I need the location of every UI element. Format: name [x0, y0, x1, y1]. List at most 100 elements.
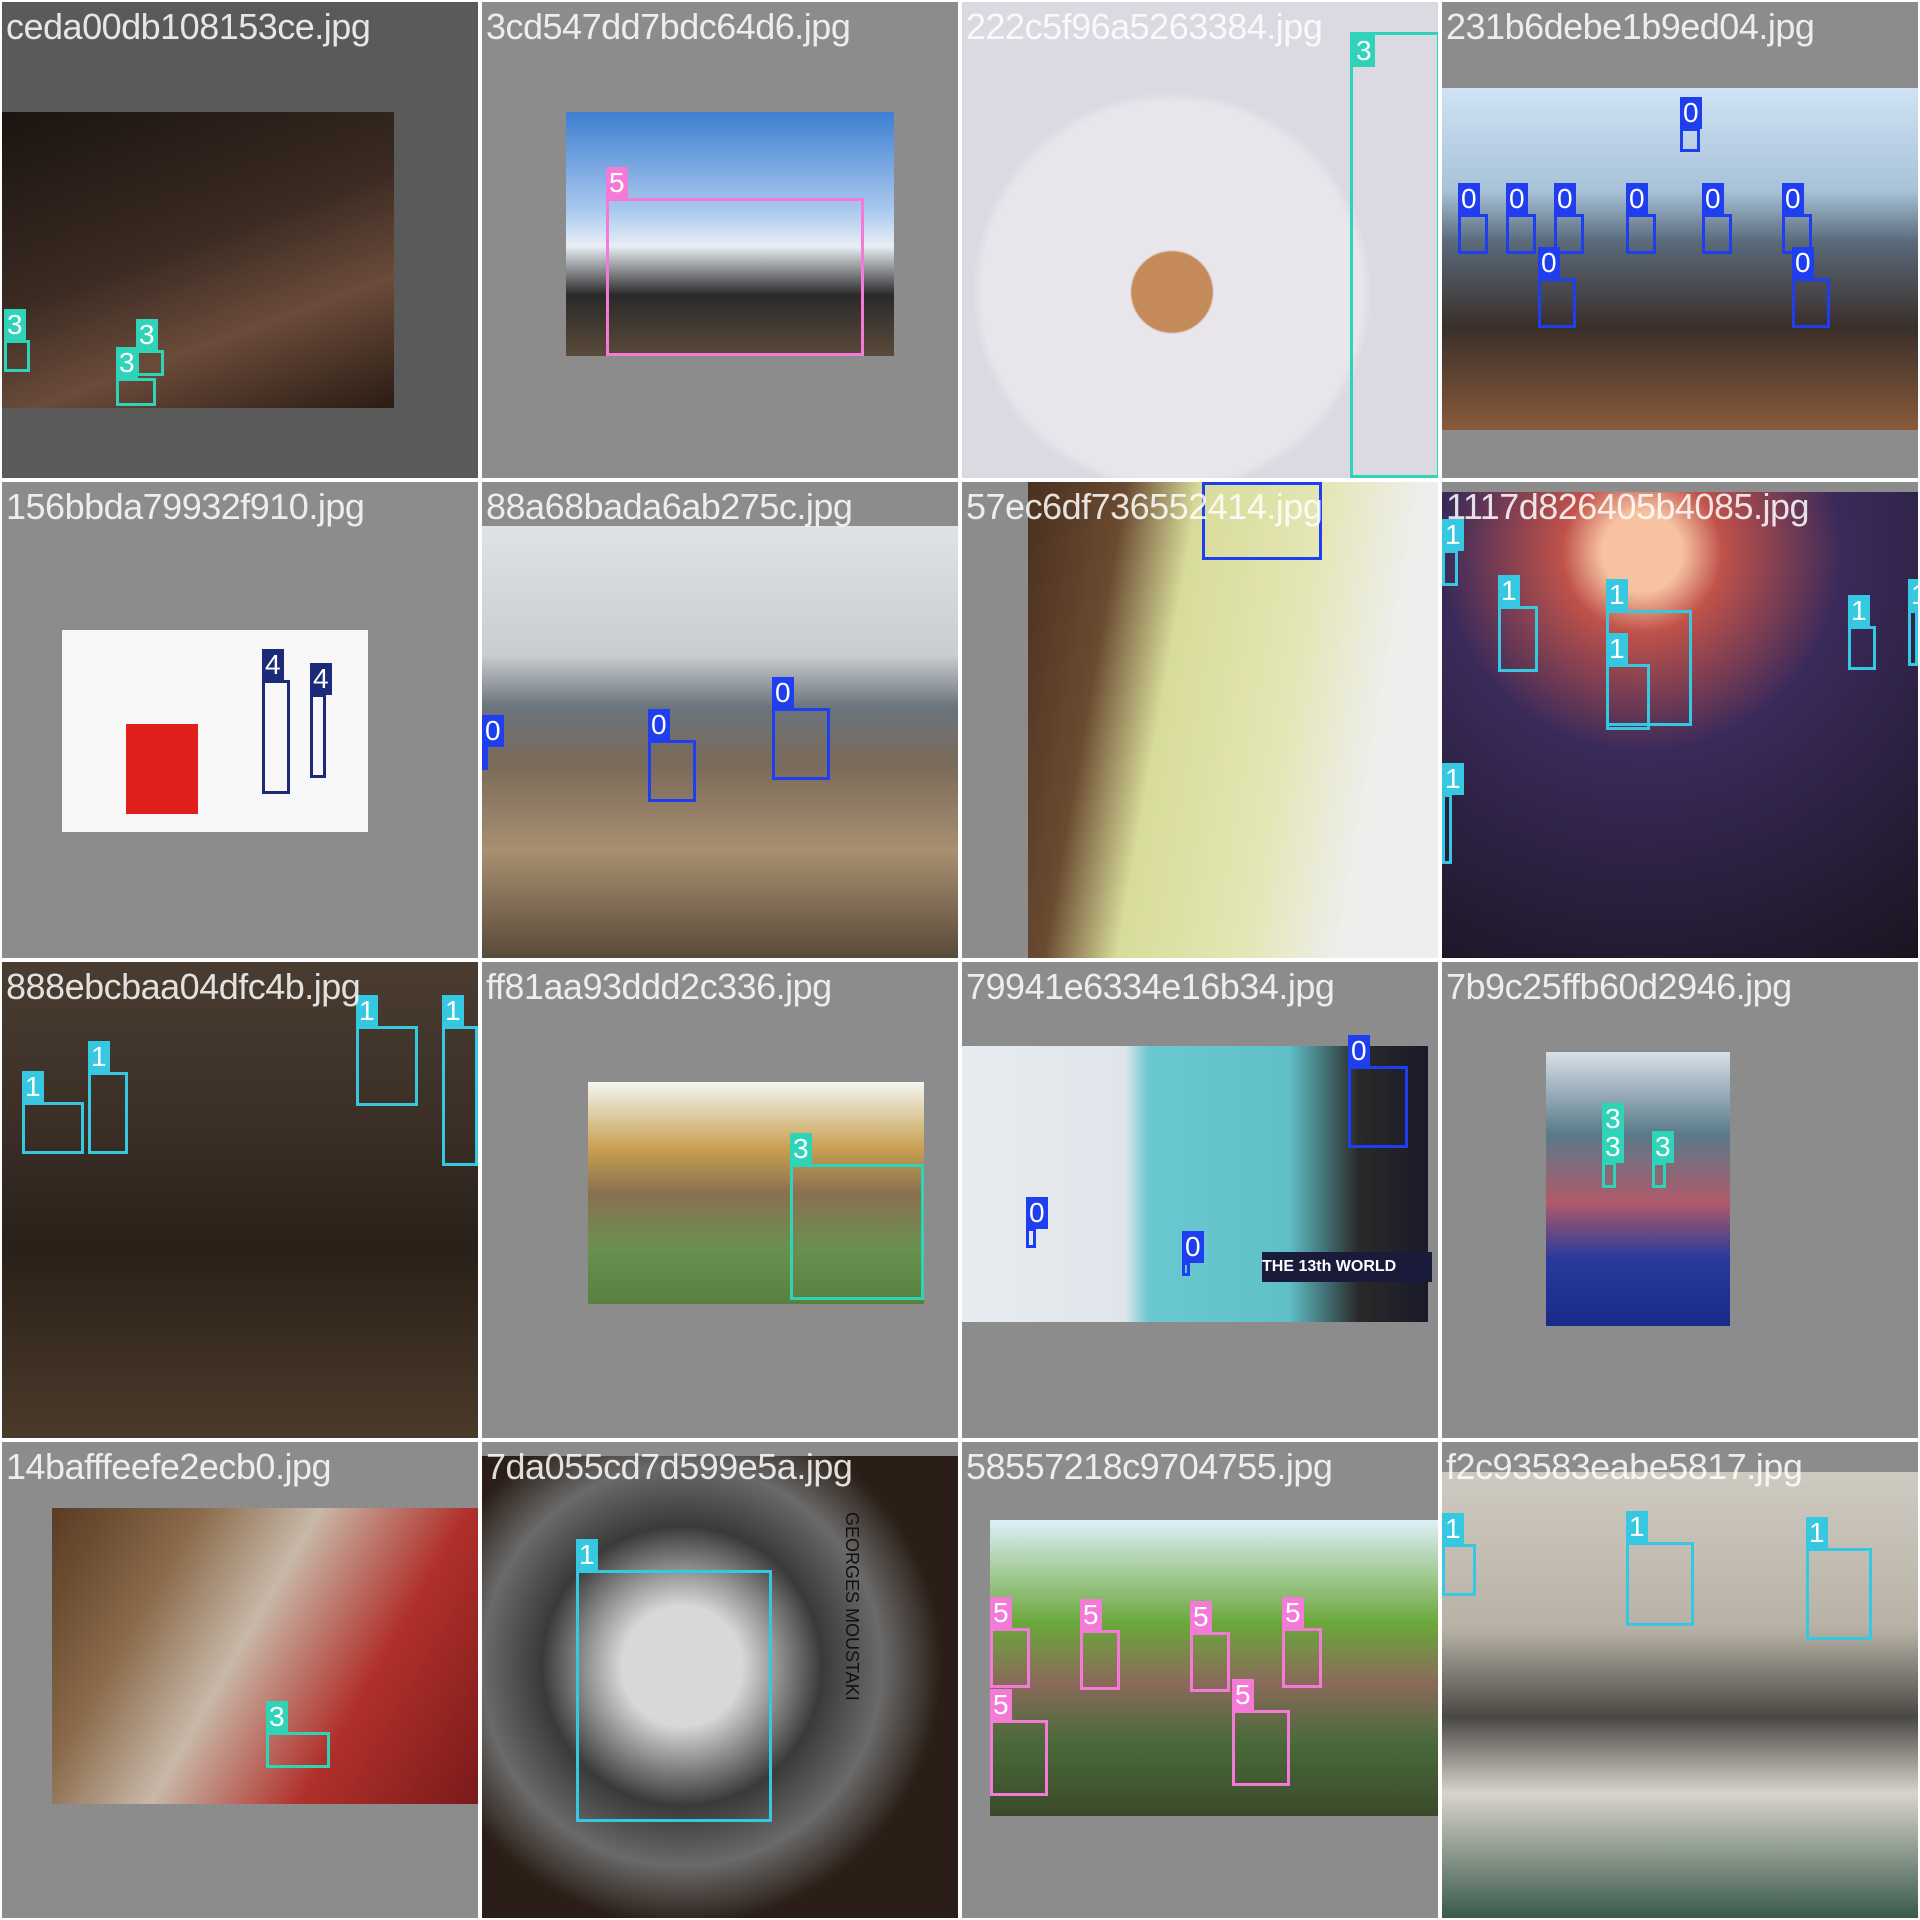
detection-label: 5: [990, 1597, 1012, 1629]
photo: [482, 526, 958, 958]
mosaic-tile: ff81aa93ddd2c336.jpg 3: [482, 962, 958, 1438]
detection-box: 3: [1602, 1131, 1624, 1188]
detection-label: 1: [1626, 1511, 1648, 1543]
detection-label: 5: [1282, 1597, 1304, 1629]
detection-box: 0: [1702, 183, 1732, 254]
detection-label: 3: [790, 1133, 812, 1165]
detection-label: 5: [1232, 1679, 1254, 1711]
image-filename: 7da055cd7d599e5a.jpg: [486, 1446, 853, 1487]
detection-label: 0: [648, 709, 670, 741]
detection-box: 3: [136, 319, 164, 376]
detection-label: 1: [576, 1539, 598, 1571]
detection-label: 0: [772, 677, 794, 709]
mosaic-tile: 7b9c25ffb60d2946.jpg 3 3 3: [1442, 962, 1918, 1438]
photo: [2, 112, 394, 408]
detection-box: 3: [4, 309, 30, 372]
mosaic-tile: 231b6debe1b9ed04.jpg 0 0 0 0 0 0 0 0 0: [1442, 2, 1918, 478]
detection-label: 3: [1353, 35, 1375, 67]
detection-box: 0: [1792, 247, 1830, 328]
detection-box: 5: [1282, 1597, 1322, 1688]
detection-label: 0: [1506, 183, 1528, 215]
detection-box: 1: [22, 1071, 84, 1154]
image-filename: 7b9c25ffb60d2946.jpg: [1446, 966, 1792, 1007]
image-filename: ceda00db108153ce.jpg: [6, 6, 371, 47]
detection-label: 1: [1606, 633, 1628, 665]
detection-box: 5: [990, 1597, 1030, 1688]
detection-box: 0: [1348, 1035, 1408, 1148]
detection-label: 3: [116, 347, 138, 379]
mosaic-tile: THE 13th WORLD KNOWLEDG 79941e6334e16b34…: [962, 962, 1438, 1438]
detection-label: 0: [1202, 482, 1224, 483]
detection-label: 1: [1498, 575, 1520, 607]
image-filename: 58557218c9704755.jpg: [966, 1446, 1333, 1487]
detection-box: 1: [442, 995, 478, 1166]
detection-label: 1: [1908, 579, 1918, 611]
mosaic-tile: 888ebcbaa04dfc4b.jpg 1 1 1 1: [2, 962, 478, 1438]
detection-label: 1: [1848, 595, 1870, 627]
image-filename: 231b6debe1b9ed04.jpg: [1446, 6, 1815, 47]
image-filename: 3cd547dd7bdc64d6.jpg: [486, 6, 851, 47]
photo: [1442, 1472, 1918, 1918]
detection-box: 3: [1350, 32, 1438, 478]
image-filename: 222c5f96a5263384.jpg: [966, 6, 1323, 47]
detection-label: 1: [1606, 579, 1628, 611]
mosaic-tile: 57ec6df736552414.jpg 0: [962, 482, 1438, 958]
detection-box: 5: [1080, 1599, 1120, 1690]
detection-box: 3: [790, 1133, 924, 1300]
mosaic-tile: 14bafffeefe2ecb0.jpg 3: [2, 1442, 478, 1918]
album-text: GEORGES MOUSTAKI: [842, 1512, 862, 1701]
detection-box: 1: [1498, 575, 1538, 672]
detection-box: 1: [1848, 595, 1876, 670]
image-filename: f2c93583eabe5817.jpg: [1446, 1446, 1803, 1487]
detection-box: 1: [1908, 579, 1918, 666]
photo: [52, 1508, 478, 1804]
detection-box: 0: [1680, 97, 1702, 152]
detection-label: 0: [1348, 1035, 1370, 1067]
detection-box: 0: [772, 677, 830, 780]
detection-box: 0: [1506, 183, 1536, 254]
detection-box: 4: [262, 649, 290, 794]
detection-box: 5: [606, 167, 864, 356]
detection-label: 5: [990, 1689, 1012, 1721]
detection-box: 5: [990, 1689, 1048, 1796]
detection-box: 1: [1606, 633, 1650, 730]
image-filename: ff81aa93ddd2c336.jpg: [486, 966, 832, 1007]
detection-label: 0: [1026, 1197, 1048, 1229]
detection-label: 3: [4, 309, 26, 341]
image-filename: 57ec6df736552414.jpg: [966, 486, 1323, 527]
detection-box: 1: [576, 1539, 772, 1822]
detection-label: 4: [262, 649, 284, 681]
detection-box: 3: [116, 347, 156, 406]
detection-label: 3: [1602, 1131, 1624, 1163]
mosaic-tile: 3cd547dd7bdc64d6.jpg 5: [482, 2, 958, 478]
image-filename: 79941e6334e16b34.jpg: [966, 966, 1335, 1007]
detection-box: 1: [356, 995, 418, 1106]
detection-label: 1: [1442, 1513, 1464, 1545]
detection-box: 0: [1626, 183, 1656, 254]
mosaic-tile: f2c93583eabe5817.jpg 1 1 1: [1442, 1442, 1918, 1918]
mosaic-tile: 58557218c9704755.jpg 5 5 5 5 5 5: [962, 1442, 1438, 1918]
detection-label: 3: [136, 319, 158, 351]
photo: [126, 724, 198, 814]
photo: [1546, 1052, 1730, 1326]
detection-box: 0: [648, 709, 696, 802]
detection-box: 1: [1442, 1513, 1476, 1596]
detection-box: 0: [1182, 1231, 1204, 1276]
detection-label: 0: [1792, 247, 1814, 279]
detection-box: 1: [1442, 763, 1464, 864]
detection-label: 0: [1626, 183, 1648, 215]
detection-label: 5: [1190, 1601, 1212, 1633]
mosaic-tile: 156bbda79932f910.jpg 4 4: [2, 482, 478, 958]
detection-label: 0: [1702, 183, 1724, 215]
image-filename: 88a68bada6ab275c.jpg: [486, 486, 853, 527]
detection-label: 0: [1782, 183, 1804, 215]
mosaic-tile: 222c5f96a5263384.jpg 3: [962, 2, 1438, 478]
image-filename: 156bbda79932f910.jpg: [6, 486, 365, 527]
detection-label: 0: [1182, 1231, 1204, 1263]
detection-box: 0: [1026, 1197, 1048, 1248]
detection-label: 0: [1538, 247, 1560, 279]
detection-label: 1: [1806, 1517, 1828, 1549]
mosaic-tile: ceda00db108153ce.jpg 3 3 3: [2, 2, 478, 478]
detection-box: 1: [1442, 519, 1464, 586]
detection-box: 1: [1626, 1511, 1694, 1626]
